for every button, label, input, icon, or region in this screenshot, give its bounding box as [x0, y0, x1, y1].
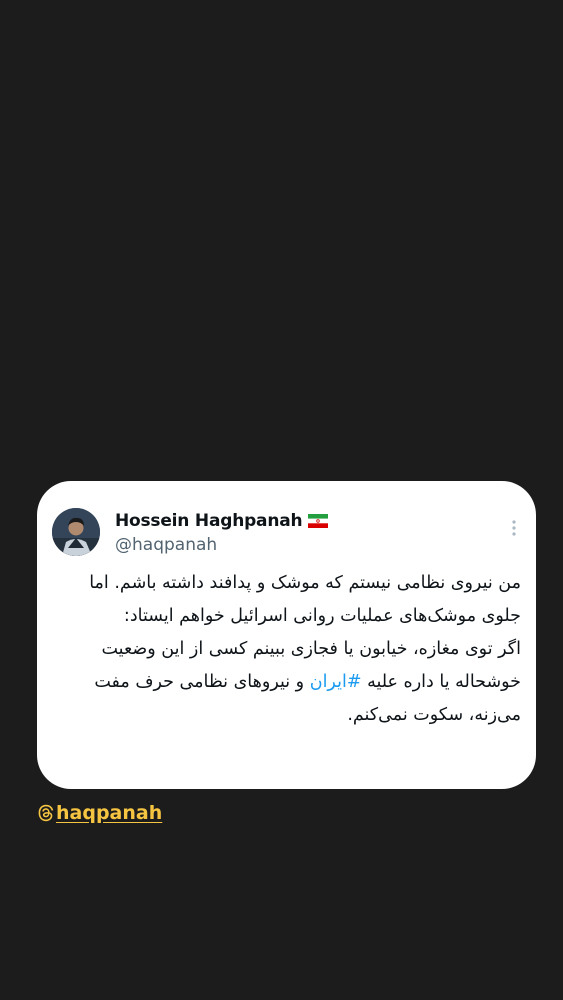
- tweet-card[interactable]: Hossein Haghpanah @haqpanah من نیروی نظا…: [37, 481, 536, 789]
- author-name[interactable]: Hossein Haghpanah: [115, 511, 303, 531]
- tweet-text: من نیروی نظامی نیستم که موشک و پدافند دا…: [55, 567, 521, 732]
- threads-icon: [38, 804, 54, 822]
- hashtag-link[interactable]: #ایران: [310, 672, 362, 692]
- author-avatar[interactable]: [52, 508, 100, 556]
- avatar-photo-icon: [52, 508, 100, 556]
- story-canvas: { "tweet": { "author_name": "Hossein Hag…: [0, 0, 563, 1000]
- author-handle[interactable]: @haqpanah: [115, 535, 217, 555]
- tweet-line: من نیروی نظامی نیستم که موشک و پدافند دا…: [114, 573, 521, 593]
- credit-link[interactable]: haqpanah: [37, 802, 162, 824]
- credit-handle[interactable]: haqpanah: [56, 802, 162, 824]
- iran-flag-icon: [308, 514, 329, 528]
- author-name-row: Hossein Haghpanah: [115, 511, 329, 531]
- more-options-icon[interactable]: [512, 519, 516, 537]
